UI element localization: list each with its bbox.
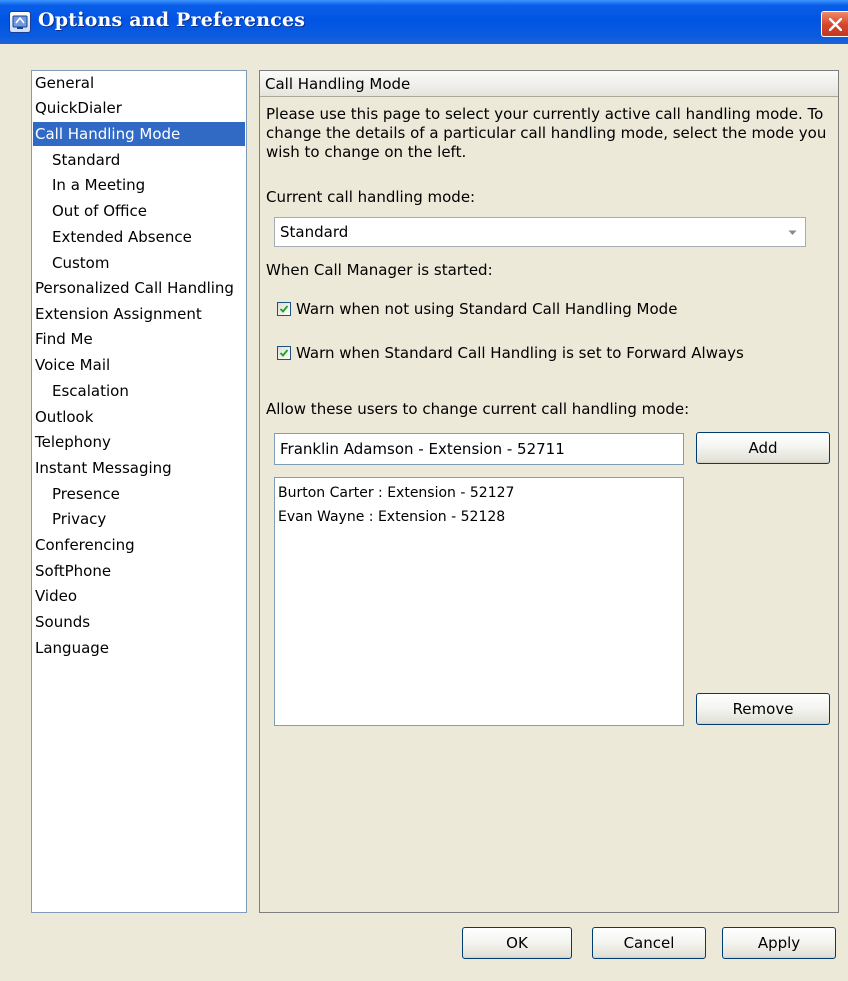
- nav-item-in-a-meeting[interactable]: In a Meeting: [52, 173, 145, 197]
- list-item[interactable]: Evan Wayne : Extension - 52128: [278, 506, 505, 528]
- startup-label: When Call Manager is started:: [266, 261, 493, 279]
- nav-item-instant-messaging[interactable]: Instant Messaging: [35, 456, 172, 480]
- checkmark-icon: [279, 349, 289, 357]
- apply-button[interactable]: Apply: [722, 927, 836, 959]
- call-handling-mode-panel: Call Handling Mode Please use this page …: [259, 70, 839, 913]
- nav-item-find-me[interactable]: Find Me: [35, 327, 93, 351]
- description-line: wish to change on the left.: [266, 143, 467, 161]
- current-mode-value: Standard: [280, 223, 349, 241]
- nav-item-privacy[interactable]: Privacy: [52, 507, 106, 531]
- warn-forward-checkbox[interactable]: [277, 346, 291, 360]
- nav-item-extension-assignment[interactable]: Extension Assignment: [35, 302, 202, 326]
- nav-item-extended-absence[interactable]: Extended Absence: [52, 225, 192, 249]
- nav-item-softphone[interactable]: SoftPhone: [35, 559, 111, 583]
- nav-item-telephony[interactable]: Telephony: [35, 430, 111, 454]
- description-line: change the details of a particular call …: [266, 124, 827, 142]
- user-input[interactable]: Franklin Adamson - Extension - 52711: [274, 433, 684, 465]
- nav-item-quickdialer[interactable]: QuickDialer: [35, 96, 122, 120]
- page-description: Please use this page to select your curr…: [266, 105, 836, 162]
- options-window: Options and Preferences General QuickDia…: [0, 0, 848, 981]
- nav-item-escalation[interactable]: Escalation: [52, 379, 129, 403]
- nav-item-presence[interactable]: Presence: [52, 482, 120, 506]
- nav-item-standard[interactable]: Standard: [52, 148, 120, 172]
- window-title: Options and Preferences: [38, 9, 306, 31]
- nav-item-call-handling-mode[interactable]: Call Handling Mode: [33, 122, 245, 146]
- close-icon: [829, 18, 842, 31]
- nav-item-general[interactable]: General: [35, 71, 94, 95]
- close-button[interactable]: [821, 11, 848, 37]
- warn-forward-label: Warn when Standard Call Handling is set …: [296, 344, 744, 362]
- nav-item-out-of-office[interactable]: Out of Office: [52, 199, 147, 223]
- allowed-users-list[interactable]: Burton Carter : Extension - 52127 Evan W…: [274, 477, 684, 726]
- nav-item-personalized-call-handling[interactable]: Personalized Call Handling: [35, 276, 234, 300]
- current-mode-label: Current call handling mode:: [266, 188, 476, 206]
- nav-item-video[interactable]: Video: [35, 584, 77, 608]
- nav-item-outlook[interactable]: Outlook: [35, 405, 93, 429]
- warn-standard-label: Warn when not using Standard Call Handli…: [296, 300, 678, 318]
- current-mode-select[interactable]: Standard: [274, 217, 806, 247]
- panel-header: Call Handling Mode: [260, 71, 838, 97]
- checkmark-icon: [279, 305, 289, 313]
- allow-users-label: Allow these users to change current call…: [266, 400, 690, 418]
- nav-item-conferencing[interactable]: Conferencing: [35, 533, 135, 557]
- ok-button[interactable]: OK: [462, 927, 572, 959]
- options-app-icon: [9, 11, 31, 33]
- nav-item-language[interactable]: Language: [35, 636, 109, 660]
- list-item[interactable]: Burton Carter : Extension - 52127: [278, 482, 514, 504]
- preferences-nav-tree[interactable]: General QuickDialer Call Handling Mode S…: [31, 70, 247, 913]
- nav-item-voice-mail[interactable]: Voice Mail: [35, 353, 110, 377]
- cancel-button[interactable]: Cancel: [592, 927, 706, 959]
- remove-button[interactable]: Remove: [696, 693, 830, 725]
- chevron-down-icon: [788, 230, 797, 235]
- add-button[interactable]: Add: [696, 432, 830, 464]
- description-line: Please use this page to select your curr…: [266, 105, 824, 123]
- title-bar[interactable]: Options and Preferences: [0, 0, 848, 44]
- nav-item-sounds[interactable]: Sounds: [35, 610, 90, 634]
- warn-standard-checkbox[interactable]: [277, 302, 291, 316]
- nav-item-custom[interactable]: Custom: [52, 251, 109, 275]
